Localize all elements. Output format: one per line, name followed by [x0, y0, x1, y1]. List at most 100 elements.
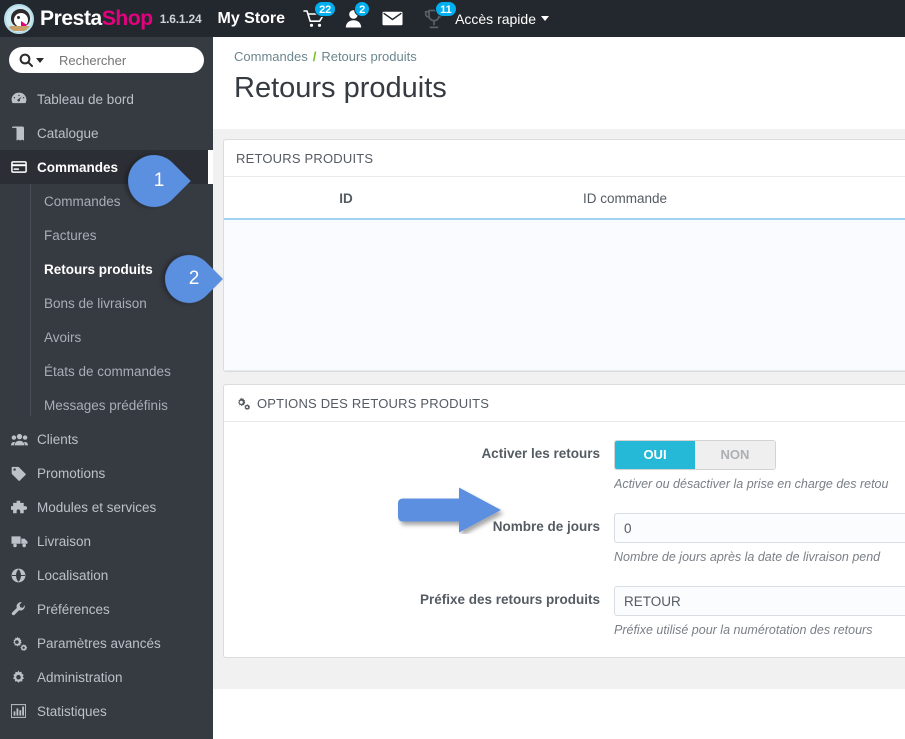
- sidebar-item-statistiques[interactable]: Statistiques: [0, 694, 213, 728]
- field-label-activer-les-retours: Activer les retours: [481, 446, 600, 462]
- sidebar-menu: Tableau de bord Catalogue Commandes Comm…: [0, 82, 213, 728]
- sidebar-subitem-commandes[interactable]: Commandes: [0, 184, 213, 218]
- sidebar-item-administration[interactable]: Administration: [0, 660, 213, 694]
- filter-cell: [224, 219, 268, 372]
- prestashop-penguin-logo[interactable]: [0, 0, 37, 37]
- sidebar-item-catalogue[interactable]: Catalogue: [0, 116, 213, 150]
- sidebar-search-row: [0, 37, 213, 82]
- sidebar-subitem-label: États de commandes: [44, 363, 171, 379]
- sidebar-item-label: Clients: [37, 431, 79, 447]
- options-form: Activer les retours OUI NON Activer ou d…: [224, 422, 905, 657]
- shopping-cart-icon[interactable]: 22: [303, 0, 337, 37]
- sidebar-item-clients[interactable]: Clients: [0, 422, 213, 456]
- enable-returns-toggle[interactable]: OUI NON: [614, 440, 776, 471]
- quick-access-label: Accès rapide: [455, 10, 536, 27]
- shop-name-link[interactable]: My Store: [217, 10, 285, 28]
- brand-logo-text[interactable]: PrestaShop: [40, 7, 153, 31]
- breadcrumb-current[interactable]: Retours produits: [321, 49, 416, 64]
- sidebar-subitem-label: Messages prédéfinis: [44, 397, 168, 413]
- envelope-icon[interactable]: [382, 0, 403, 37]
- sidebar-item-label: Préférences: [37, 601, 110, 617]
- sidebar-subitem-factures[interactable]: Factures: [0, 218, 213, 252]
- sidebar-item-preferences[interactable]: Préférences: [0, 592, 213, 626]
- tag-icon: [11, 466, 33, 481]
- form-row-prefixe-des-retours-produits: Préfixe des retours produits Préfixe uti…: [224, 586, 905, 637]
- sidebar-scrollbar-thumb[interactable]: [208, 150, 213, 184]
- page-title: Retours produits: [234, 72, 447, 104]
- sidebar-item-label: Livraison: [37, 533, 92, 549]
- sidebar-subitem-label: Factures: [44, 227, 97, 243]
- sidebar-submenu-commandes: Commandes Factures Retours produits Bons…: [0, 184, 213, 422]
- toggle-option-oui[interactable]: OUI: [615, 441, 695, 470]
- sidebar-item-label: Administration: [37, 669, 123, 685]
- gear-icon: [11, 669, 33, 685]
- trophy-icon[interactable]: 11: [423, 0, 457, 37]
- column-header-id[interactable]: ID: [268, 177, 424, 221]
- search-box[interactable]: [9, 47, 204, 73]
- content-background: RETOURS PRODUITS ID ID commande OPTIONS …: [213, 129, 905, 690]
- sidebar-item-label: Commandes: [37, 159, 119, 175]
- table-header-row: ID ID commande: [224, 177, 905, 221]
- column-header-id-commande[interactable]: ID commande: [424, 177, 826, 221]
- sidebar-item-promotions[interactable]: Promotions: [0, 456, 213, 490]
- sidebar-subitem-messages-predefinis[interactable]: Messages prédéfinis: [0, 388, 213, 422]
- sidebar-item-label: Paramètres avancés: [37, 635, 161, 651]
- sidebar-item-label: Promotions: [37, 465, 106, 481]
- sidebar-subitem-label: Commandes: [44, 193, 121, 209]
- sidebar-item-tableau-de-bord[interactable]: Tableau de bord: [0, 82, 213, 116]
- sidebar-item-label: Catalogue: [37, 125, 99, 141]
- sidebar-item-commandes[interactable]: Commandes: [0, 150, 213, 184]
- sidebar-item-localisation[interactable]: Localisation: [0, 558, 213, 592]
- sidebar-item-modules-et-services[interactable]: Modules et services: [0, 490, 213, 524]
- returns-prefix-input[interactable]: [614, 586, 905, 617]
- field-hint-nombre-de-jours: Nombre de jours après la date de livrais…: [614, 550, 881, 565]
- sidebar-item-parametres-avances[interactable]: Paramètres avancés: [0, 626, 213, 660]
- table-filter-row: [224, 219, 905, 372]
- options-panel-heading-label: OPTIONS DES RETOURS PRODUITS: [257, 396, 490, 412]
- trophy-badge-count: 11: [435, 1, 457, 17]
- sidebar-subitem-avoirs[interactable]: Avoirs: [0, 320, 213, 354]
- product-returns-options-panel: OPTIONS DES RETOURS PRODUITS Activer les…: [223, 384, 905, 659]
- person-icon[interactable]: 2: [345, 0, 371, 37]
- chevron-down-icon: [541, 16, 549, 21]
- product-returns-list-panel: RETOURS PRODUITS ID ID commande: [223, 139, 905, 373]
- gears-icon: [11, 635, 33, 651]
- breadcrumb-separator: /: [312, 49, 317, 64]
- sidebar-subitem-label: Bons de livraison: [44, 295, 147, 311]
- quick-access-menu[interactable]: Accès rapide: [455, 11, 549, 27]
- field-hint-activer-les-retours: Activer ou désactiver la prise en charge…: [614, 477, 889, 492]
- search-icon: [19, 53, 33, 67]
- globe-icon: [11, 568, 33, 583]
- form-row-activer-les-retours: Activer les retours OUI NON Activer ou d…: [224, 440, 905, 491]
- form-row-nombre-de-jours: Nombre de jours Nombre de jours après la…: [224, 513, 905, 564]
- filter-cell-id-commande[interactable]: [424, 219, 826, 372]
- filter-cell-id[interactable]: [268, 219, 424, 372]
- sidebar-item-label: Modules et services: [37, 499, 157, 515]
- sidebar-subitem-etats-de-commandes[interactable]: États de commandes: [0, 354, 213, 388]
- puzzle-icon: [11, 500, 33, 515]
- filter-cell-actions: [826, 219, 905, 372]
- field-hint-prefixe-des-retours-produits: Préfixe utilisé pour la numérotation des…: [614, 623, 873, 638]
- toggle-option-non[interactable]: NON: [695, 441, 775, 470]
- number-of-days-input[interactable]: [614, 513, 905, 544]
- sidebar-item-label: Tableau de bord: [37, 91, 134, 107]
- sidebar-item-livraison[interactable]: Livraison: [0, 524, 213, 558]
- top-navigation-bar: PrestaShop 1.6.1.24 My Store 22 2 11 Acc…: [0, 0, 905, 37]
- brand-text-shop: Shop: [101, 6, 153, 30]
- field-label-nombre-de-jours: Nombre de jours: [492, 519, 600, 535]
- people-icon: [11, 433, 33, 446]
- sidebar-subitem-bons-de-livraison[interactable]: Bons de livraison: [0, 286, 213, 320]
- sidebar-subitem-label: Avoirs: [44, 329, 82, 345]
- options-panel-heading: OPTIONS DES RETOURS PRODUITS: [224, 385, 905, 423]
- topbar-icon-group: 22 2 11: [303, 0, 457, 37]
- sidebar-subitem-retours-produits[interactable]: Retours produits: [0, 252, 213, 286]
- breadcrumb: Commandes / Retours produits: [213, 37, 905, 64]
- list-panel-heading-label: RETOURS PRODUITS: [236, 151, 374, 167]
- sidebar-subitem-label: Retours produits: [44, 261, 153, 277]
- breadcrumb-parent-link[interactable]: Commandes: [234, 49, 308, 64]
- search-scope-chevron-down-icon[interactable]: [36, 57, 44, 63]
- search-input[interactable]: [57, 51, 181, 69]
- book-icon: [11, 126, 33, 141]
- sidebar-item-label: Localisation: [37, 567, 109, 583]
- main-content: Commandes / Retours produits Retours produ…: [213, 37, 905, 739]
